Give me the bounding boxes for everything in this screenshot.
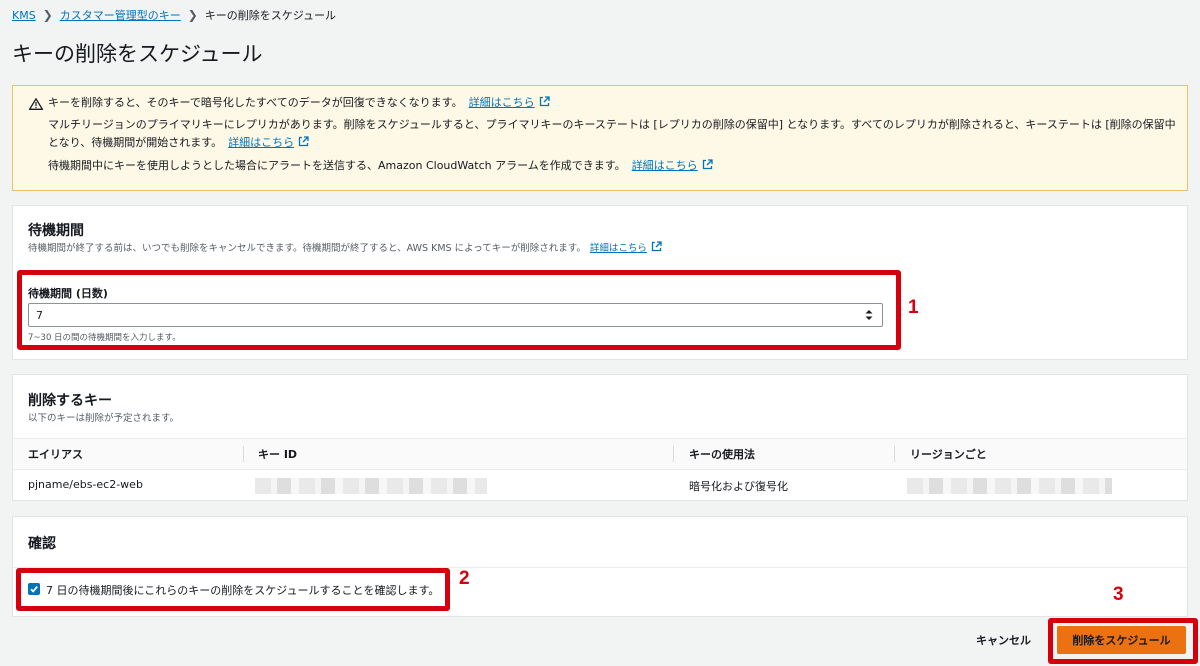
annotation-box-1: [17, 270, 901, 350]
annotation-box-2: [16, 568, 450, 611]
external-link-icon: [298, 136, 309, 147]
table-header: [13, 438, 1187, 470]
annotation-number-2: 2: [459, 568, 470, 589]
breadcrumb-current: キーの削除をスケジュール: [204, 9, 337, 22]
alert-line-3: となり、待機期間が開始されます。: [48, 136, 223, 149]
column-header-alias[interactable]: エイリアス: [28, 446, 83, 462]
chevron-right-icon: ❯: [42, 8, 53, 22]
annotation-number-1: 1: [908, 297, 919, 318]
column-header-key-usage[interactable]: キーの使用法: [689, 446, 755, 462]
external-link-icon: [539, 96, 550, 107]
learn-more-link[interactable]: 詳細はこちら: [228, 136, 294, 149]
keys-to-delete-title: 削除するキー: [28, 393, 112, 409]
cell-key-usage: 暗号化および復号化: [689, 480, 788, 493]
cell-alias: pjname/ebs-ec2-web: [28, 478, 143, 491]
redacted-key-id: [255, 478, 487, 494]
alert-line-1: キーを削除すると、そのキーで暗号化したすべてのデータが回復できなくなります。: [48, 96, 463, 109]
learn-more-link[interactable]: 詳細はこちら: [469, 96, 535, 109]
confirm-title: 確認: [28, 536, 56, 552]
page-title: キーの削除をスケジュール: [12, 42, 263, 66]
breadcrumb-kms-link[interactable]: KMS: [12, 9, 36, 22]
column-divider: [673, 446, 674, 462]
annotation-number-3: 3: [1113, 584, 1124, 605]
chevron-right-icon: ❯: [187, 8, 198, 22]
learn-more-link[interactable]: 詳細はこちら: [590, 243, 647, 254]
learn-more-link[interactable]: 詳細はこちら: [632, 159, 698, 172]
column-header-regionality[interactable]: リージョンごと: [910, 446, 987, 462]
column-divider: [894, 446, 895, 462]
alert-line-2: マルチリージョンのプライマリキーにレプリカがあります。削除をスケジュールすると、…: [48, 118, 1176, 131]
breadcrumb: KMS ❯ カスタマー管理型のキー ❯ キーの削除をスケジュール: [12, 7, 336, 23]
external-link-icon: [651, 241, 662, 252]
redacted-regionality: [907, 478, 1112, 494]
waiting-period-title: 待機期間: [28, 223, 84, 239]
keys-to-delete-description: 以下のキーは削除が予定されます。: [28, 413, 180, 424]
column-divider: [243, 446, 244, 462]
alert-line-4: 待機期間中にキーを使用しようとした場合にアラートを送信する、Amazon Clo…: [48, 159, 626, 172]
warning-alert: キーを削除すると、そのキーで暗号化したすべてのデータが回復できなくなります。 詳細…: [12, 85, 1188, 191]
warning-icon: [29, 98, 43, 110]
column-header-key-id[interactable]: キー ID: [258, 446, 297, 462]
schedule-deletion-button[interactable]: 削除をスケジュール: [1057, 626, 1186, 654]
breadcrumb-customer-keys-link[interactable]: カスタマー管理型のキー: [60, 7, 181, 23]
cancel-button[interactable]: キャンセル: [976, 632, 1031, 648]
external-link-icon: [702, 159, 713, 170]
waiting-period-description: 待機期間が終了する前は、いつでも削除をキャンセルできます。待機期間が終了すると、…: [28, 243, 586, 254]
